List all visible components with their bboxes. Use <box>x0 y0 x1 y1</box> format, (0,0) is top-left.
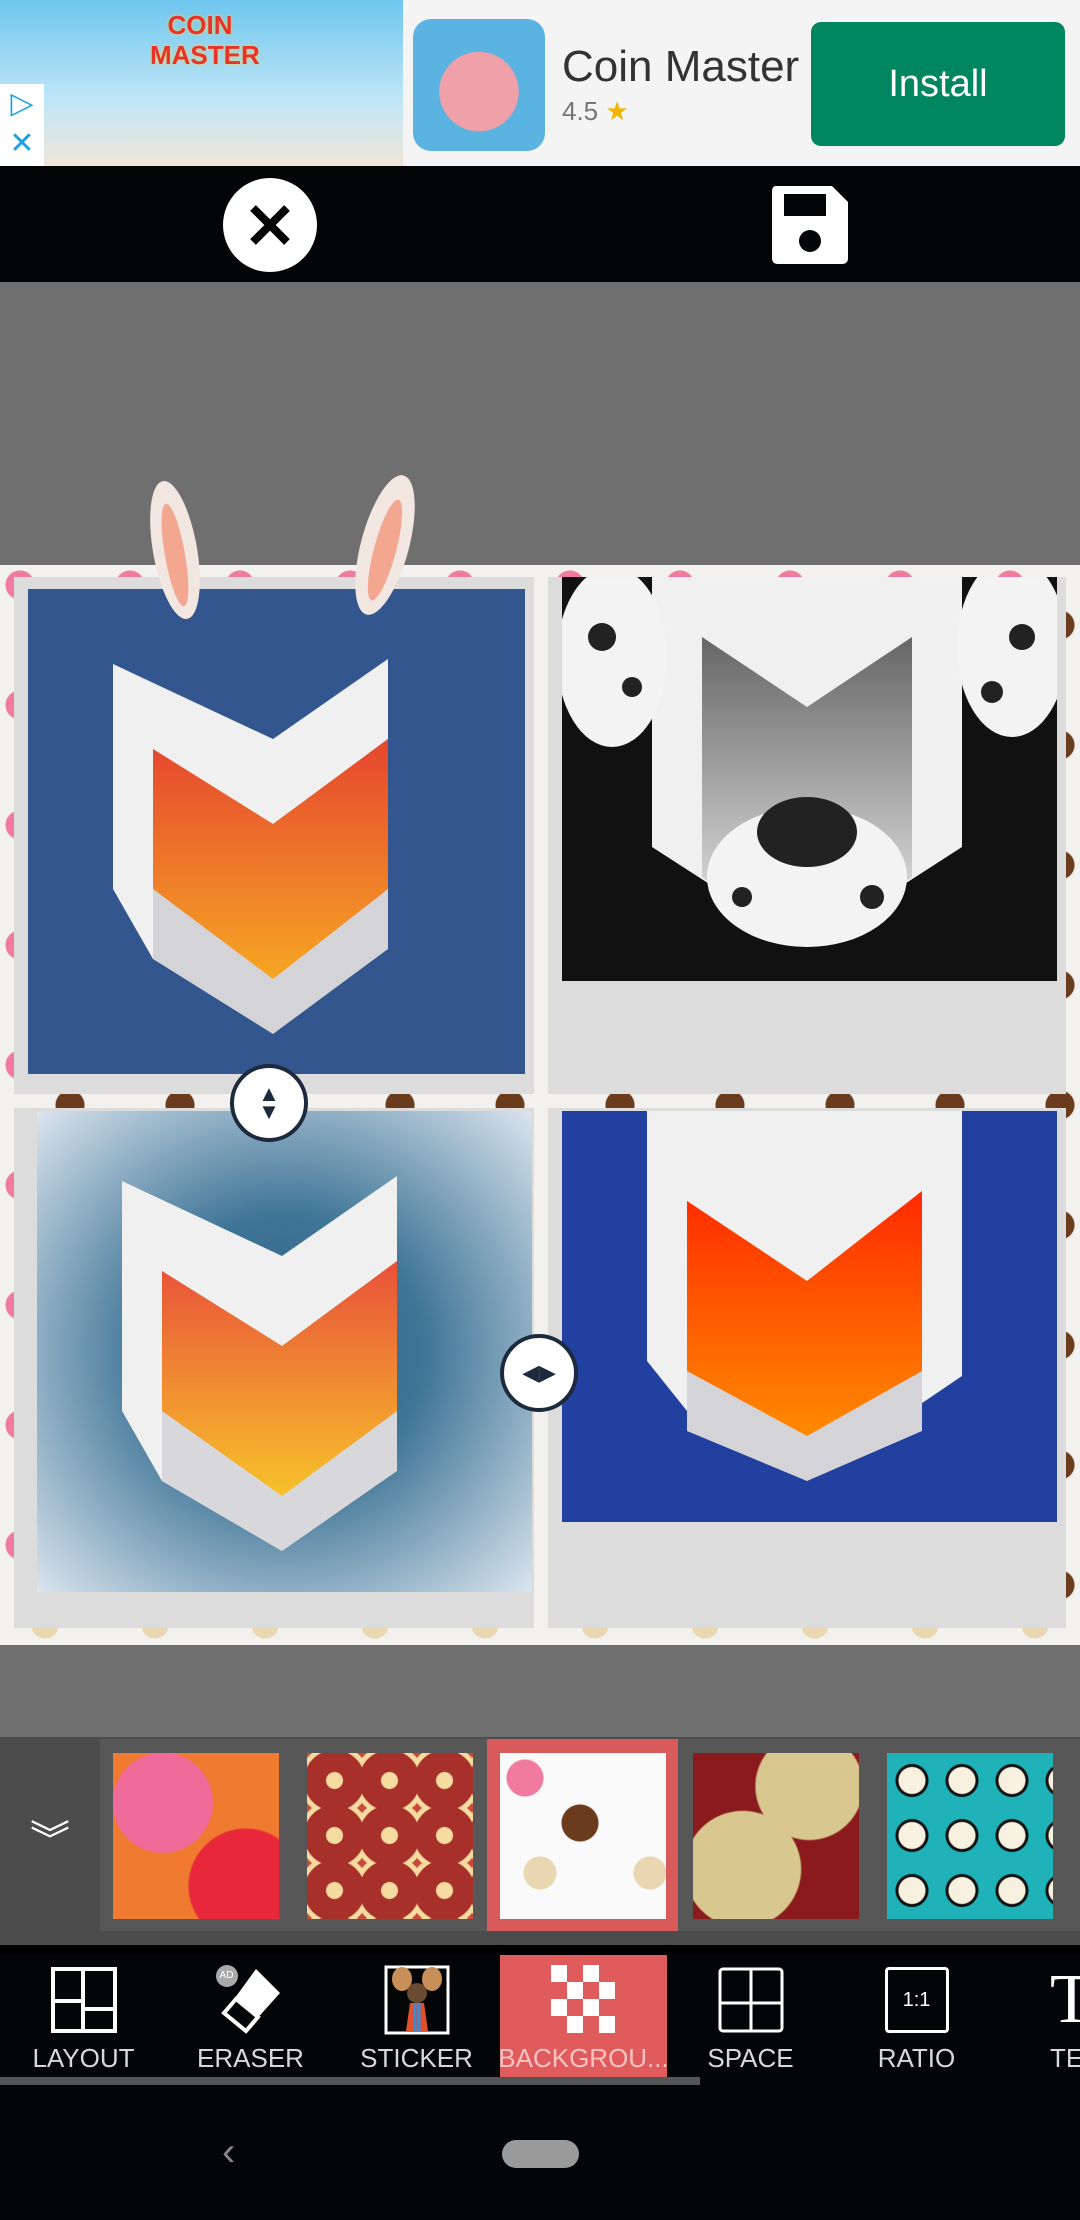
resize-vertical-icon: ▲ ▼ <box>258 1081 280 1124</box>
tool-ratio[interactable]: 1:1 RATIO <box>833 1955 1000 2077</box>
layout-grid-icon <box>50 1967 117 2033</box>
app-icon[interactable] <box>413 19 545 151</box>
tool-label: BACKGROU... <box>498 2043 669 2073</box>
close-button[interactable] <box>223 178 317 272</box>
tool-background[interactable]: BACKGROU... <box>498 1955 669 2077</box>
resize-horizontal-icon: ◀▶ <box>522 1360 556 1385</box>
cell-2-photo[interactable] <box>562 577 1057 981</box>
tool-label: TE <box>1050 2043 1080 2073</box>
collapse-button[interactable]: ︾ <box>20 1808 80 1868</box>
toolbar-scrollbar[interactable] <box>0 2077 700 2085</box>
dalmatian-shield-image <box>562 577 1057 947</box>
text-icon: T <box>1050 1961 1080 2038</box>
ratio-icon: 1:1 <box>884 1967 949 2033</box>
ad-rating: 4.5 ★ <box>562 96 629 127</box>
thumbnail-arrows[interactable] <box>307 1753 473 1919</box>
tool-eraser[interactable]: AD ERASER <box>167 1955 334 2077</box>
top-bar <box>0 166 1080 282</box>
cell-4-photo[interactable] <box>562 1111 1057 1522</box>
chevron-double-down-icon: ︾ <box>30 1819 70 1863</box>
home-button[interactable] <box>502 2140 579 2168</box>
shield-logo-image <box>647 1111 962 1481</box>
sticker-icon <box>384 1965 449 2035</box>
tool-label: LAYOUT <box>32 2043 135 2073</box>
shield-logo-image <box>122 1176 397 1551</box>
tool-layout[interactable]: LAYOUT <box>0 1955 167 2077</box>
cell-3-photo[interactable] <box>37 1111 532 1592</box>
bunny-ears-sticker[interactable] <box>135 455 435 655</box>
ad-badge: AD <box>215 1965 238 1987</box>
cell-1-photo[interactable] <box>28 589 525 1074</box>
shield-logo-image <box>113 659 388 1034</box>
thumbnail-grapefruit[interactable] <box>113 1753 279 1919</box>
ad-app-name[interactable]: Coin Master <box>562 42 799 92</box>
back-chevron-icon: ‹ <box>222 2130 236 2174</box>
star-icon: ★ <box>605 96 629 126</box>
ad-banner[interactable]: COIN MASTER ▷ ✕ Coin Master 4.5 ★ Install <box>0 0 1080 166</box>
tool-text[interactable]: T TE <box>1000 1955 1080 2077</box>
canvas-margin-bottom <box>0 1645 1080 1737</box>
adchoices-icon[interactable]: ▷ ✕ <box>0 84 44 166</box>
thumbnail-pandas[interactable] <box>887 1753 1053 1919</box>
close-icon <box>250 205 290 245</box>
tool-label: ERASER <box>197 2043 304 2073</box>
install-button[interactable]: Install <box>811 22 1065 146</box>
close-icon[interactable]: ✕ <box>9 127 34 160</box>
back-button[interactable]: ‹ <box>222 2130 235 2175</box>
ad-image[interactable]: COIN MASTER <box>0 0 403 166</box>
thumbnail-donuts[interactable] <box>500 1753 666 1919</box>
floppy-save-icon <box>772 186 848 264</box>
space-grid-icon <box>718 1967 783 2033</box>
tool-label: SPACE <box>707 2043 794 2073</box>
horizontal-resize-handle[interactable]: ◀▶ <box>500 1334 578 1412</box>
ad-logo: COIN MASTER <box>150 10 260 70</box>
rating-value: 4.5 <box>562 96 599 126</box>
checkerboard-icon <box>550 1965 615 2033</box>
tool-space[interactable]: SPACE <box>667 1955 834 2077</box>
tool-sticker[interactable]: STICKER <box>333 1955 500 2077</box>
save-button[interactable] <box>770 186 850 264</box>
tool-label: STICKER <box>360 2043 473 2073</box>
thumbnail-red-net[interactable] <box>693 1753 859 1919</box>
vertical-resize-handle[interactable]: ▲ ▼ <box>230 1064 308 1142</box>
tool-label: RATIO <box>877 2043 956 2073</box>
